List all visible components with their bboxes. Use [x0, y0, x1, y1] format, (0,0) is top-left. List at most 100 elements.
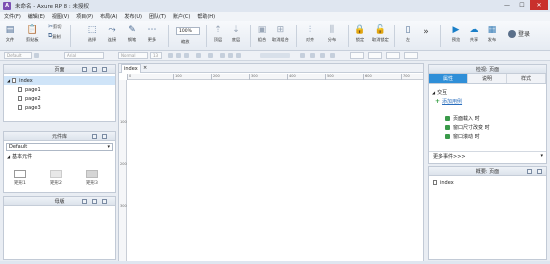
filter-icon[interactable] [527, 169, 532, 174]
widget-rect3[interactable]: 矩形3 [86, 170, 98, 186]
more-tools-button[interactable]: ⋯ 更多 [146, 24, 158, 43]
text-align-left-icon[interactable] [220, 53, 225, 58]
close-tab-icon[interactable]: × [143, 65, 147, 71]
font-color-icon[interactable] [196, 53, 201, 58]
font-size-select[interactable]: 13 [150, 52, 162, 59]
line-color-icon[interactable] [310, 53, 315, 58]
close-button[interactable]: ✕ [530, 0, 548, 10]
fill-color-icon[interactable] [300, 53, 305, 58]
connect-tool-button[interactable]: ⤳ 连接 [106, 24, 118, 43]
widget-rect1[interactable]: 矩形1 [14, 170, 26, 186]
menu-account[interactable]: 账户(C) [173, 13, 190, 20]
y-field[interactable] [368, 52, 382, 59]
page-item-index[interactable]: ◢ index [4, 76, 115, 85]
select-tool-button[interactable]: ⬚ 选择 [86, 24, 98, 43]
preview-button[interactable]: ▶ 预览 [450, 24, 462, 43]
group-button[interactable]: ▣ 组合 [256, 24, 268, 43]
publish-button[interactable]: ▦ 发布 [486, 24, 498, 43]
align-left-icon: ▯ [405, 25, 411, 35]
event-window-resize[interactable]: 窗口尺寸改变 时 [445, 124, 490, 131]
tab-properties[interactable]: 属性 [429, 74, 468, 83]
valign-group[interactable] [260, 53, 290, 58]
copy-button[interactable]: ⧉ 复制 [48, 32, 61, 40]
search-icon[interactable] [537, 169, 542, 174]
add-case-link[interactable]: + 添加用例 [435, 98, 462, 105]
vertical-ruler: 100 200 300 [119, 80, 127, 263]
file-button[interactable]: ▤ 文件 [4, 24, 16, 43]
outline-item-index[interactable]: index [429, 178, 546, 187]
bring-to-top-button[interactable]: ⇡ 顶层 [212, 24, 224, 43]
masters-panel: 母版 [3, 196, 116, 260]
add-folder-icon[interactable] [92, 67, 97, 72]
menu-help[interactable]: 帮助(H) [197, 13, 215, 20]
cut-button[interactable]: ✂ 剪切 [48, 23, 61, 30]
add-folder-icon[interactable] [92, 199, 97, 204]
widget-rect2[interactable]: 矩形2 [50, 170, 62, 186]
search-icon[interactable] [102, 199, 107, 204]
width-field[interactable] [386, 52, 400, 59]
text-align-center-icon[interactable] [228, 53, 233, 58]
style-select[interactable]: Default [4, 52, 32, 59]
design-canvas[interactable] [127, 80, 423, 263]
format-bar: Default Arial Normal 13 [0, 51, 550, 61]
clipboard-button[interactable]: 📋 剪贴板 [26, 24, 39, 43]
event-icon [445, 134, 450, 139]
page-item-page1[interactable]: page1 [4, 85, 115, 94]
ungroup-button[interactable]: ⊞ 取消组合 [272, 24, 289, 43]
minimize-button[interactable]: — [500, 0, 514, 10]
main-toolbar: ▤ 文件 📋 剪贴板 ✂ 剪切 ⧉ 复制 ⬚ 选择 ⤳ 连接 ✎ 钢笔 ⋯ 更多… [0, 21, 550, 51]
add-page-icon[interactable] [82, 67, 87, 72]
library-group-basic[interactable]: ◢ 基本元件 [4, 152, 115, 161]
share-button[interactable]: ☁ 共享 [468, 24, 480, 43]
font-select[interactable]: Arial [64, 52, 104, 59]
italic-icon[interactable] [176, 53, 181, 58]
tab-style[interactable]: 样式 [507, 74, 546, 83]
page-item-page3[interactable]: page3 [4, 103, 115, 112]
event-page-load[interactable]: 页面载入 时 [445, 115, 480, 122]
lock-button[interactable]: 🔒 锁定 [354, 24, 366, 43]
menu-edit[interactable]: 编辑(E) [28, 13, 45, 20]
send-to-bottom-button[interactable]: ⇣ 底层 [230, 24, 242, 43]
expand-toolbar-button[interactable]: » [420, 26, 432, 38]
pen-tool-button[interactable]: ✎ 钢笔 [126, 24, 138, 43]
unlock-button[interactable]: 🔓 取消锁定 [372, 24, 389, 43]
line-width-icon[interactable] [320, 53, 325, 58]
tab-index[interactable]: index [121, 64, 141, 73]
title-bar: A 未命名 - Axure RP 8 : 未授权 — ☐ ✕ [0, 0, 550, 12]
underline-icon[interactable] [184, 53, 189, 58]
interactions-section[interactable]: ◢ 交互 [432, 89, 447, 96]
chevron-down-icon: ◢ [7, 154, 11, 159]
menu-file[interactable]: 文件(F) [4, 13, 21, 20]
menu-team[interactable]: 团队(T) [149, 13, 166, 20]
left-button[interactable]: ▯ 左 [402, 24, 414, 43]
menu-arrange[interactable]: 布局(A) [100, 13, 117, 20]
add-master-icon[interactable] [82, 199, 87, 204]
library-select[interactable]: Default ▾ [6, 143, 113, 151]
page-item-page2[interactable]: page2 [4, 94, 115, 103]
menu-project[interactable]: 项目(P) [76, 13, 93, 20]
login-button[interactable]: 登录 [508, 29, 530, 38]
canvas-tab-bar: index × [119, 64, 423, 73]
more-events-dropdown[interactable]: 更多事件>>> ▾ [429, 151, 546, 160]
bold-icon[interactable] [168, 53, 173, 58]
x-field[interactable] [350, 52, 364, 59]
maximize-button[interactable]: ☐ [515, 0, 529, 10]
text-align-right-icon[interactable] [236, 53, 241, 58]
search-icon[interactable] [102, 134, 107, 139]
event-window-scroll[interactable]: 窗口滚动 时 [445, 133, 480, 140]
chevron-down-icon[interactable]: ◢ [7, 78, 10, 83]
plus-icon: + [435, 98, 441, 105]
align-button[interactable]: ⫶ 对齐 [304, 24, 316, 43]
zoom-select[interactable]: 100% [176, 27, 200, 35]
line-style-icon[interactable] [330, 53, 335, 58]
font-weight-select[interactable]: Normal [118, 52, 148, 59]
bullet-list-icon[interactable] [208, 53, 213, 58]
add-library-icon[interactable] [92, 134, 97, 139]
search-icon[interactable] [102, 67, 107, 72]
distribute-button[interactable]: ⫼ 分布 [326, 24, 338, 43]
style-edit-icon[interactable] [34, 53, 39, 58]
menu-view[interactable]: 视图(V) [52, 13, 69, 20]
menu-publish[interactable]: 发布(U) [124, 13, 142, 20]
tab-notes[interactable]: 说明 [468, 74, 507, 83]
height-field[interactable] [404, 52, 418, 59]
